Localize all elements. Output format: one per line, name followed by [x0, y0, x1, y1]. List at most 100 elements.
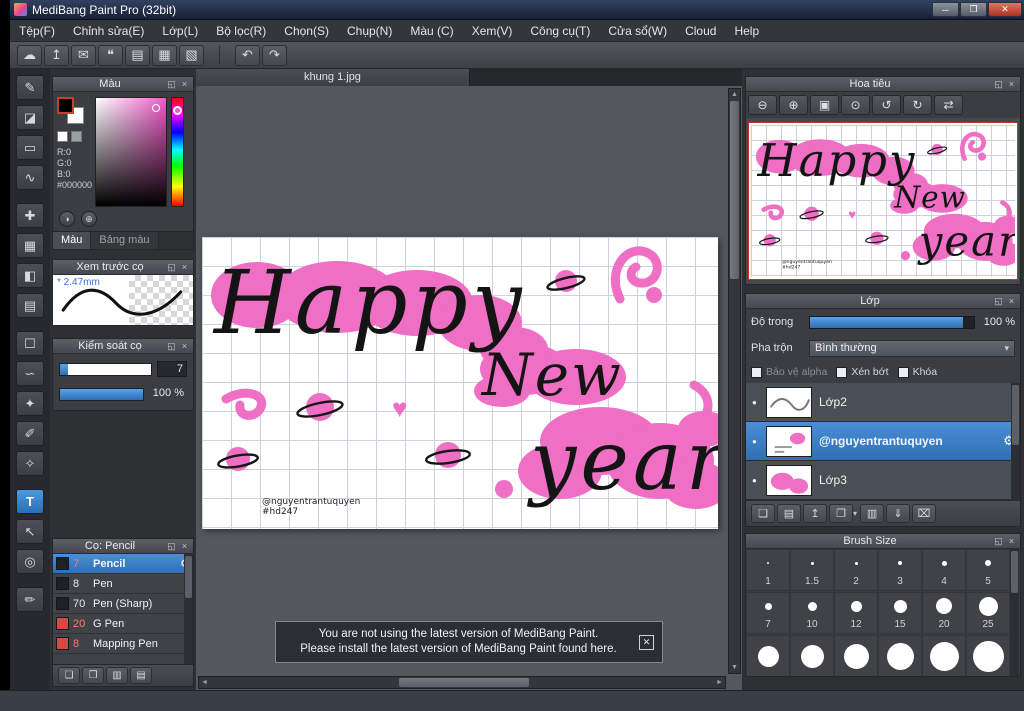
popout-icon[interactable]: ◱ [166, 341, 177, 352]
notification-close-icon[interactable]: ✕ [639, 634, 654, 650]
scrollbar-thumb[interactable] [185, 556, 192, 598]
menu-snap[interactable]: Chụp(N) [338, 20, 401, 42]
mini-swatch-gray[interactable] [71, 131, 82, 142]
close-icon[interactable]: × [179, 341, 190, 351]
tool-eyedropper[interactable]: ◎ [16, 549, 44, 574]
tool-snap[interactable]: ∿ [16, 165, 44, 190]
menu-window[interactable]: Cửa sổ(W) [599, 20, 676, 42]
foreground-color-swatch[interactable] [57, 97, 74, 114]
layer-item-nguyentrantuquyen[interactable]: ● @nguyentrantuquyen ⚙ [746, 422, 1020, 461]
tool-gradient[interactable]: ▤ [16, 293, 44, 318]
close-icon[interactable]: × [179, 79, 190, 89]
tool-fill-rect[interactable]: ▦ [16, 233, 44, 258]
close-icon[interactable]: × [1006, 79, 1017, 89]
tool-select-pen[interactable]: ✐ [16, 421, 44, 446]
duplicate-brush-button[interactable]: ❐ [82, 667, 104, 684]
scrollbar-thumb[interactable] [1011, 551, 1018, 593]
brush-size-scrollbar[interactable] [1010, 549, 1019, 676]
zoom-out-icon[interactable]: ⊖ [748, 95, 777, 115]
brush-size-option[interactable] [746, 635, 790, 676]
flip-icon[interactable]: ⇄ [934, 95, 963, 115]
tool-magic-wand[interactable]: ✦ [16, 391, 44, 416]
layer-item-lop3[interactable]: ● Lớp3 [746, 461, 1020, 500]
scrollbar-thumb[interactable] [730, 101, 739, 279]
saturation-value-picker[interactable] [95, 97, 167, 207]
zoom-actual-icon[interactable]: ⊙ [841, 95, 870, 115]
scroll-down-icon[interactable]: ▼ [729, 662, 740, 673]
brush-item-pen[interactable]: 8 Pen [53, 574, 193, 594]
layer-move-button[interactable]: ❐ [829, 504, 853, 523]
new-layer-button[interactable]: ❏ [751, 504, 775, 523]
tool-select[interactable]: ☐ [16, 331, 44, 356]
layer-list-scrollbar[interactable] [1011, 383, 1020, 500]
brush-list-scrollbar[interactable] [184, 554, 193, 664]
protect-alpha-checkbox[interactable]: Bảo vệ alpha [751, 366, 827, 378]
tool-lasso[interactable]: ∽ [16, 361, 44, 386]
comment-icon[interactable]: ✉ [71, 44, 96, 66]
scroll-right-icon[interactable]: ► [714, 677, 725, 688]
tool-bucket[interactable]: ◧ [16, 263, 44, 288]
tool-move[interactable]: ✚ [16, 203, 44, 228]
brush-size-slider[interactable] [59, 362, 152, 376]
brush-size-option[interactable] [922, 635, 966, 676]
hue-slider[interactable] [171, 97, 184, 207]
tool-div-pen[interactable]: ✏ [16, 587, 44, 612]
tool-eraser[interactable]: ◪ [16, 105, 44, 130]
brush-size-option-12[interactable]: 12 [834, 592, 878, 634]
brush-size-option[interactable] [966, 635, 1010, 676]
brush-menu-button[interactable]: ▤ [130, 667, 152, 684]
delete-layer-button[interactable]: ⌧ [912, 504, 937, 523]
upload-icon[interactable]: ↥ [44, 44, 69, 66]
add-color-icon[interactable]: ⊕ [81, 211, 97, 227]
canvas-sheet[interactable]: ♥ Happy New year @nguyentrantuquyen #hd2… [202, 237, 718, 529]
menu-select[interactable]: Chọn(S) [275, 20, 338, 42]
menu-file[interactable]: Tệp(F) [10, 20, 64, 42]
chevron-down-icon[interactable]: ▾ [853, 509, 857, 518]
brush-size-option-10[interactable]: 10 [790, 592, 834, 634]
scrollbar-thumb[interactable] [399, 678, 529, 687]
scrollbar-thumb[interactable] [1012, 385, 1019, 445]
close-icon[interactable]: × [179, 262, 190, 272]
brush-size-option-1[interactable]: 1 [746, 549, 790, 591]
close-icon[interactable]: × [1006, 536, 1017, 546]
popout-icon[interactable]: ◱ [166, 541, 177, 552]
hue-cursor[interactable] [173, 106, 182, 115]
tool-text[interactable]: T [16, 489, 44, 514]
close-icon[interactable]: × [179, 541, 190, 551]
tool-select-eraser[interactable]: ✧ [16, 451, 44, 476]
brush-item-mapping-pen[interactable]: 8 Mapping Pen [53, 634, 193, 654]
lock-checkbox[interactable]: Khóa [897, 366, 937, 378]
brush-size-option-4[interactable]: 4 [922, 549, 966, 591]
tool-shape[interactable]: ▭ [16, 135, 44, 160]
menu-tools[interactable]: Công cụ(T) [521, 20, 599, 42]
popout-icon[interactable]: ◱ [993, 536, 1004, 547]
redo-button[interactable]: ↷ [262, 44, 287, 66]
menu-edit[interactable]: Chỉnh sửa(E) [64, 20, 153, 42]
menu-filter[interactable]: Bộ lọc(R) [207, 20, 275, 42]
checkbox[interactable] [836, 366, 848, 378]
layer-visibility-icon[interactable]: ● [752, 437, 766, 446]
tab-palette[interactable]: Bảng màu [91, 232, 159, 249]
merge-layer-button[interactable]: ⇓ [886, 504, 911, 523]
layer-folder-button[interactable]: ▥ [860, 504, 885, 523]
checkbox[interactable] [897, 366, 909, 378]
popout-icon[interactable]: ◱ [993, 296, 1004, 307]
fg-bg-swatches[interactable] [57, 97, 87, 127]
navigator-thumbnail[interactable] [748, 122, 1018, 280]
brush-size-option-20[interactable]: 20 [922, 592, 966, 634]
menu-help[interactable]: Help [725, 20, 768, 42]
duplicate-layer-button[interactable]: ▤ [777, 504, 801, 523]
rotate-right-icon[interactable]: ↻ [903, 95, 932, 115]
layer-item-lop2[interactable]: ● Lớp2 [746, 383, 1020, 422]
brush-size-option-5[interactable]: 5 [966, 549, 1010, 591]
panel-layout-icon[interactable]: ▧ [179, 44, 204, 66]
brush-item-pencil[interactable]: 7 Pencil ⚙ [53, 554, 193, 574]
scroll-left-icon[interactable]: ◄ [199, 677, 210, 688]
brush-size-option-1-5[interactable]: 1.5 [790, 549, 834, 591]
layer-opacity-slider[interactable] [809, 315, 975, 329]
popout-icon[interactable]: ◱ [166, 79, 177, 90]
tool-brush[interactable]: ✎ [16, 75, 44, 100]
chat-icon[interactable]: ❝ [98, 44, 123, 66]
close-icon[interactable]: × [1006, 296, 1017, 306]
cloud-icon[interactable]: ☁ [17, 44, 42, 66]
